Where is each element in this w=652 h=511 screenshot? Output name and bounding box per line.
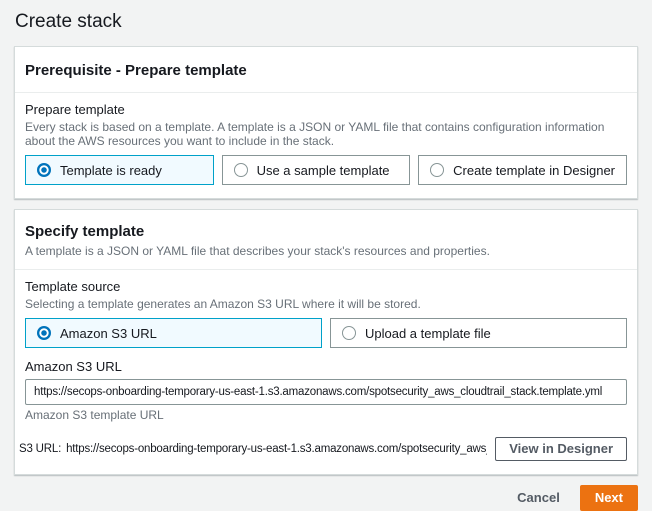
s3-url-summary: S3 URL: https://secops-onboarding-tempora…: [19, 443, 487, 455]
radio-selected-icon: [37, 326, 51, 340]
radio-unselected-icon: [234, 163, 248, 177]
wizard-footer: Cancel Next: [14, 485, 638, 511]
option-label: Template is ready: [60, 163, 162, 178]
template-source-label: Template source: [25, 279, 627, 295]
option-label: Upload a template file: [365, 326, 491, 341]
prerequisite-card-title: Prerequisite - Prepare template: [25, 61, 627, 80]
prepare-template-options: Template is ready Use a sample template …: [25, 155, 627, 185]
specify-template-card-body: Template source Selecting a template gen…: [15, 270, 637, 474]
prepare-template-label: Prepare template: [25, 102, 627, 118]
view-in-designer-button[interactable]: View in Designer: [495, 437, 627, 461]
specify-template-card: Specify template A template is a JSON or…: [14, 209, 638, 475]
option-amazon-s3-url[interactable]: Amazon S3 URL: [25, 318, 322, 348]
radio-unselected-icon: [430, 163, 444, 177]
specify-template-card-header: Specify template A template is a JSON or…: [15, 210, 637, 270]
option-create-template-in-designer[interactable]: Create template in Designer: [418, 155, 627, 185]
cancel-button[interactable]: Cancel: [517, 486, 560, 510]
radio-selected-icon: [37, 163, 51, 177]
next-button[interactable]: Next: [580, 485, 638, 511]
option-label: Use a sample template: [257, 163, 390, 178]
option-use-sample-template[interactable]: Use a sample template: [222, 155, 411, 185]
amazon-s3-url-input[interactable]: [25, 379, 627, 405]
prerequisite-card: Prerequisite - Prepare template Prepare …: [14, 46, 638, 199]
s3-url-prefix: S3 URL:: [19, 443, 61, 455]
prerequisite-card-body: Prepare template Every stack is based on…: [15, 93, 637, 198]
template-source-options: Amazon S3 URL Upload a template file: [25, 318, 627, 348]
s3-url-summary-row: S3 URL: https://secops-onboarding-tempora…: [19, 437, 627, 461]
s3-url-value: https://secops-onboarding-temporary-us-e…: [66, 443, 487, 455]
specify-template-description: A template is a JSON or YAML file that d…: [25, 244, 627, 258]
template-source-description: Selecting a template generates an Amazon…: [25, 297, 627, 311]
create-stack-page: Create stack Prerequisite - Prepare temp…: [0, 0, 652, 511]
option-label: Create template in Designer: [453, 163, 615, 178]
option-label: Amazon S3 URL: [60, 326, 157, 341]
option-upload-template-file[interactable]: Upload a template file: [330, 318, 627, 348]
specify-template-title: Specify template: [25, 222, 627, 241]
prerequisite-card-header: Prerequisite - Prepare template: [15, 47, 637, 93]
option-template-is-ready[interactable]: Template is ready: [25, 155, 214, 185]
prepare-template-description: Every stack is based on a template. A te…: [25, 120, 627, 148]
radio-unselected-icon: [342, 326, 356, 340]
amazon-s3-url-hint: Amazon S3 template URL: [25, 409, 627, 422]
amazon-s3-url-label: Amazon S3 URL: [25, 359, 627, 375]
page-title: Create stack: [14, 0, 638, 46]
